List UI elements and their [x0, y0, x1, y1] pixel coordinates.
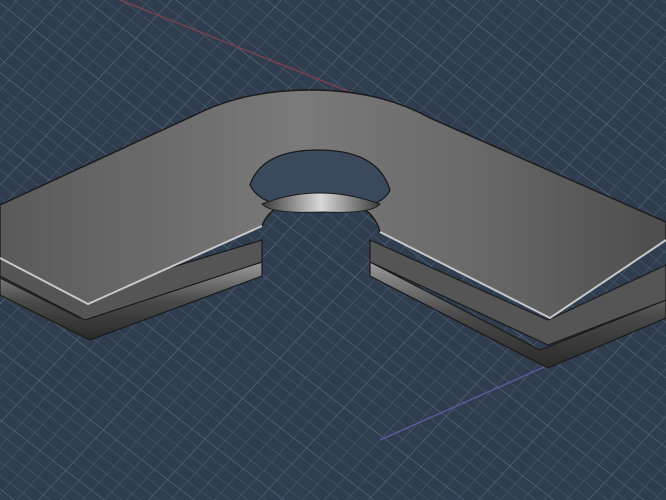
cad-3d-viewport[interactable]	[0, 0, 666, 500]
viewport-canvas[interactable]	[0, 0, 666, 500]
